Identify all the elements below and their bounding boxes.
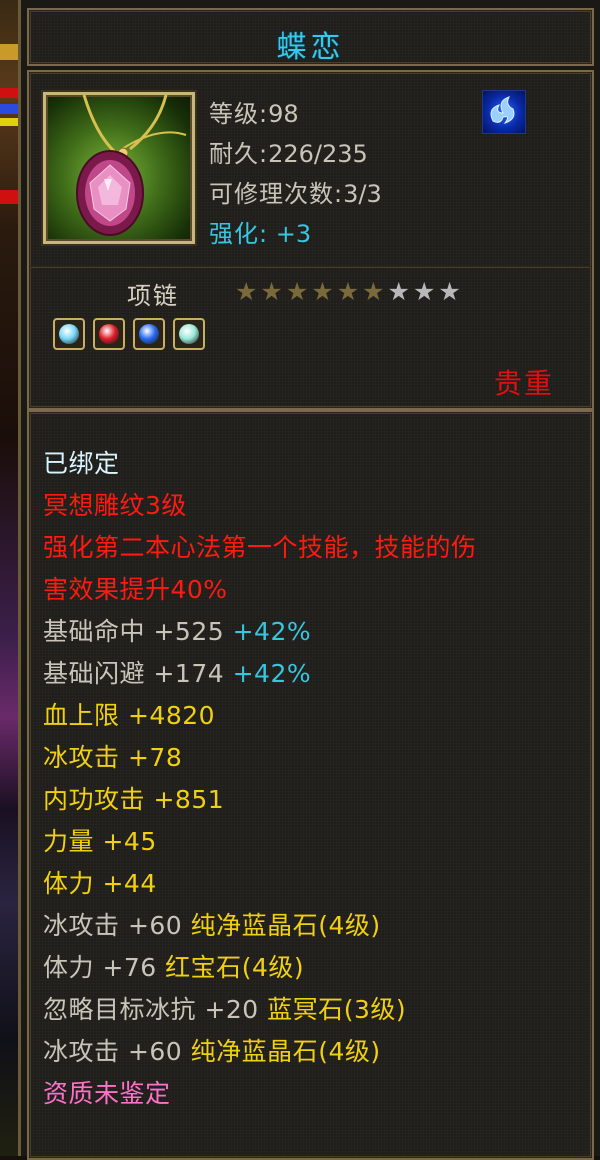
- item-type-panel: 项链 ★ ★ ★ ★ ★ ★ ★ ★ ★ 贵重: [27, 266, 594, 410]
- gem-stone: [99, 324, 119, 344]
- gem-name: 红宝石: [165, 953, 242, 982]
- blue-flame-icon: [482, 90, 526, 134]
- gem-level: (3级): [343, 995, 407, 1024]
- stat-value: +4820: [127, 701, 216, 730]
- star-icon: ★: [311, 277, 334, 306]
- level-value: 98: [268, 100, 299, 128]
- enhance-stars: ★ ★ ★ ★ ★ ★ ★ ★ ★: [235, 279, 461, 304]
- gem-level: (4级): [241, 953, 305, 982]
- gem-name: 纯净蓝晶石: [190, 911, 319, 940]
- item-icon[interactable]: [43, 92, 195, 244]
- star-icon: ★: [235, 277, 258, 306]
- mp-bar: [0, 104, 18, 114]
- repair-label: 可修理次数:: [209, 180, 344, 208]
- bound-status: 已绑定: [43, 449, 120, 478]
- stat-internal-attack: 内功攻击 +851: [43, 780, 224, 816]
- sapphire-gem-icon[interactable]: [133, 318, 165, 350]
- gem-level: (4级): [318, 911, 381, 940]
- star-icon: ★: [260, 277, 283, 306]
- hud-bar: [0, 44, 18, 60]
- gem-stone: [59, 324, 79, 344]
- quality-status: 资质未鉴定: [43, 1079, 171, 1108]
- stat-hit: 基础命中 +525 +42%: [43, 612, 311, 648]
- stat-pct: +42%: [232, 659, 312, 688]
- ice-gem-icon[interactable]: [53, 318, 85, 350]
- level-line: 等级:98: [209, 94, 299, 129]
- necklace-icon: [76, 95, 187, 236]
- stat-value: +78: [127, 743, 183, 772]
- star-icon: ★: [412, 277, 436, 306]
- enhance-value: +3: [275, 220, 312, 248]
- repair-value: 3/3: [343, 180, 382, 208]
- stat-pct: +42%: [232, 617, 312, 646]
- durability-line: 耐久:226/235: [209, 134, 368, 169]
- stat-strength: 力量 +45: [43, 822, 157, 858]
- stat-value: +174: [153, 659, 225, 688]
- gem-level: (4级): [318, 1037, 381, 1066]
- carving-effect-line-2: 害效果提升40%: [43, 575, 228, 604]
- stat-name: 血上限: [43, 701, 120, 730]
- gem-bonus: 体力 +76 红宝石(4级): [43, 948, 304, 984]
- stat-hp: 血上限 +4820: [43, 696, 215, 732]
- repair-line: 可修理次数:3/3: [209, 174, 382, 209]
- stat-value: +851: [153, 785, 225, 814]
- enhance-label: 强化:: [209, 220, 269, 248]
- gem-bonus-text: 冰攻击 +60: [43, 911, 183, 940]
- gem-bonus-text: 体力 +76: [43, 953, 157, 982]
- gem-stone: [139, 324, 159, 344]
- carving-effect-line-1: 强化第二本心法第一个技能，技能的伤: [43, 533, 477, 562]
- gem-bonus: 忽略目标冰抗 +20 蓝冥石(3级): [43, 990, 406, 1026]
- star-icon: ★: [362, 277, 385, 306]
- stat-name: 冰攻击: [43, 743, 120, 772]
- durability-label: 耐久:: [209, 140, 269, 168]
- stat-value: +44: [102, 869, 157, 898]
- gem-stone: [179, 324, 199, 344]
- hp-bar-2: [0, 190, 18, 204]
- stat-name: 力量: [43, 827, 95, 856]
- ice-gem-icon[interactable]: [173, 318, 205, 350]
- gem-bonus-text: 忽略目标冰抗 +20: [43, 995, 259, 1024]
- rarity-label: 贵重: [493, 367, 554, 400]
- level-label: 等级:: [209, 100, 269, 128]
- item-details-panel: 已绑定 冥想雕纹3级 强化第二本心法第一个技能，技能的伤 害效果提升40% 基础…: [27, 410, 594, 1160]
- star-icon: ★: [285, 277, 309, 306]
- stat-name: 基础命中: [43, 617, 146, 646]
- gem-sockets: [53, 318, 205, 350]
- star-icon: ★: [336, 277, 360, 306]
- item-type: 项链: [127, 282, 179, 310]
- gem-name: 纯净蓝晶石: [190, 1037, 319, 1066]
- stat-name: 基础闪避: [43, 659, 146, 688]
- stat-name: 体力: [43, 869, 95, 898]
- carving-name: 冥想雕纹3级: [43, 491, 187, 520]
- item-tooltip: 蝶恋 等级:98 耐久:226/235 可修理次数:3/3 强化: +3 项链 …: [18, 0, 600, 1160]
- title-panel: 蝶恋: [27, 8, 594, 66]
- hp-bar: [0, 88, 18, 98]
- stat-dodge: 基础闪避 +174 +42%: [43, 654, 311, 690]
- stat-value: +45: [102, 827, 157, 856]
- star-icon: ★: [387, 277, 410, 306]
- durability-value: 226/235: [268, 140, 368, 168]
- gem-bonus: 冰攻击 +60 纯净蓝晶石(4级): [43, 906, 381, 942]
- item-info-panel: 等级:98 耐久:226/235 可修理次数:3/3 强化: +3: [27, 70, 594, 268]
- star-icon: ★: [438, 277, 461, 306]
- stat-stamina: 体力 +44: [43, 864, 157, 900]
- stat-ice-attack: 冰攻击 +78: [43, 738, 182, 774]
- gem-bonus: 冰攻击 +60 纯净蓝晶石(4级): [43, 1032, 381, 1068]
- ruby-gem-icon[interactable]: [93, 318, 125, 350]
- stat-name: 内功攻击: [43, 785, 146, 814]
- enhance-line: 强化: +3: [209, 214, 311, 249]
- stat-value: +525: [153, 617, 225, 646]
- gem-bonus-text: 冰攻击 +60: [43, 1037, 183, 1066]
- gem-name: 蓝冥石: [267, 995, 344, 1024]
- item-name: 蝶恋: [276, 30, 345, 65]
- exp-bar: [0, 118, 18, 126]
